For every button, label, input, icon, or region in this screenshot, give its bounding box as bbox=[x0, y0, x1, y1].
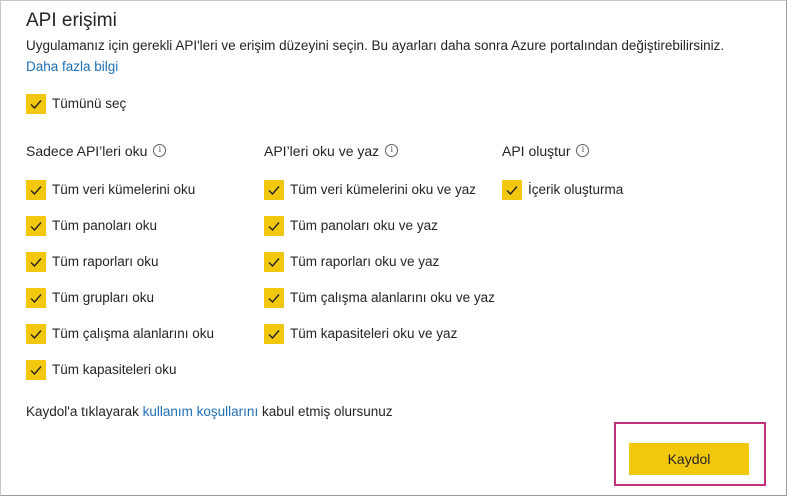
checkmark-icon bbox=[30, 186, 42, 196]
checkbox-readwrite-dashboards[interactable] bbox=[264, 216, 284, 236]
terms-text: Kaydol'a tıklayarak kullanım koşullarını… bbox=[26, 404, 393, 419]
checkmark-icon bbox=[30, 100, 42, 110]
checkbox-read-reports[interactable] bbox=[26, 252, 46, 272]
dialog-description: Uygulamanız için gerekli API'leri ve eri… bbox=[26, 38, 725, 53]
checkbox-readwrite-capacities[interactable] bbox=[264, 324, 284, 344]
checkmark-icon bbox=[268, 294, 280, 304]
label-read-reports: Tüm raporları oku bbox=[52, 254, 159, 269]
label-readwrite-capacities: Tüm kapasiteleri oku ve yaz bbox=[290, 326, 458, 341]
checkbox-readwrite-workspaces[interactable] bbox=[264, 288, 284, 308]
checkmark-icon bbox=[30, 222, 42, 232]
checkmark-icon bbox=[268, 258, 280, 268]
checkbox-create-content[interactable] bbox=[502, 180, 522, 200]
checkbox-read-dashboards[interactable] bbox=[26, 216, 46, 236]
checkbox-readwrite-datasets[interactable] bbox=[264, 180, 284, 200]
label-read-capacities: Tüm kapasiteleri oku bbox=[52, 362, 177, 377]
checkmark-icon bbox=[268, 186, 280, 196]
label-read-dashboards: Tüm panoları oku bbox=[52, 218, 158, 233]
label-readwrite-workspaces: Tüm çalışma alanlarını oku ve yaz bbox=[290, 290, 495, 305]
checkmark-icon bbox=[30, 330, 42, 340]
info-icon[interactable]: i bbox=[385, 144, 399, 157]
checkmark-icon bbox=[30, 366, 42, 376]
column-header-read-write: API’leri oku ve yaz i bbox=[264, 143, 399, 159]
label-readwrite-reports: Tüm raporları oku ve yaz bbox=[290, 254, 440, 269]
column-header-read-only: Sadece API’leri oku i bbox=[26, 143, 167, 159]
info-icon[interactable]: i bbox=[153, 144, 167, 157]
checkmark-icon bbox=[268, 330, 280, 340]
label-create-content: İçerik oluşturma bbox=[528, 182, 624, 197]
label-read-datasets: Tüm veri kümelerini oku bbox=[52, 182, 196, 197]
dialog-title: API erişimi bbox=[26, 10, 117, 31]
checkbox-read-datasets[interactable] bbox=[26, 180, 46, 200]
label-read-groups: Tüm grupları oku bbox=[52, 290, 155, 305]
label-readwrite-datasets: Tüm veri kümelerini oku ve yaz bbox=[290, 182, 477, 197]
label-read-workspaces: Tüm çalışma alanlarını oku bbox=[52, 326, 215, 341]
label-readwrite-dashboards: Tüm panoları oku ve yaz bbox=[290, 218, 438, 233]
checkmark-icon bbox=[30, 258, 42, 268]
checkmark-icon bbox=[268, 222, 280, 232]
learn-more-link[interactable]: Daha fazla bilgi bbox=[26, 59, 118, 74]
select-all-checkbox[interactable] bbox=[26, 94, 46, 114]
info-icon[interactable]: i bbox=[576, 144, 590, 157]
terms-link[interactable]: kullanım koşullarını bbox=[143, 404, 259, 419]
select-all-label: Tümünü seç bbox=[52, 96, 127, 111]
checkbox-read-workspaces[interactable] bbox=[26, 324, 46, 344]
checkbox-read-capacities[interactable] bbox=[26, 360, 46, 380]
register-button[interactable]: Kaydol bbox=[629, 443, 749, 475]
checkbox-readwrite-reports[interactable] bbox=[264, 252, 284, 272]
checkbox-read-groups[interactable] bbox=[26, 288, 46, 308]
checkmark-icon bbox=[30, 294, 42, 304]
column-header-create: API oluştur i bbox=[502, 143, 590, 159]
checkmark-icon bbox=[506, 186, 518, 196]
